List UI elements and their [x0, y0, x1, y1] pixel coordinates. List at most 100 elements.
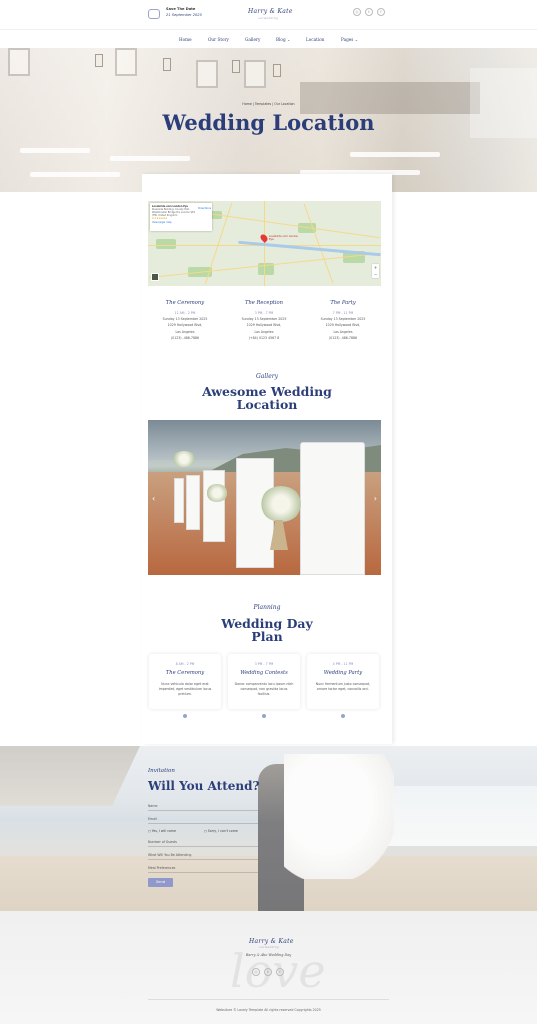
site-logo[interactable]: Harry & Kate: [248, 8, 293, 15]
instagram-icon[interactable]: ◎: [353, 8, 361, 16]
map-pin-icon[interactable]: [259, 233, 269, 243]
gallery-script-label: Gallery: [255, 373, 279, 380]
hero-decor: [110, 156, 190, 161]
footer-copyright: Websiture © Lovely Template All rights r…: [216, 1008, 321, 1012]
planning-script-label: Planning: [253, 604, 281, 611]
facebook-icon[interactable]: f: [276, 968, 284, 976]
event-phone: (+84) 0123 4567 8: [248, 335, 280, 340]
map-river: [238, 240, 381, 257]
footer-logo[interactable]: Harry & Kate: [249, 938, 294, 945]
map-larger-link[interactable]: View larger map: [152, 221, 210, 224]
nav-item-pages[interactable]: Pages ⌄: [341, 37, 358, 42]
nav-item-our-story[interactable]: Our Story: [208, 37, 229, 42]
site-logo-subtitle: ourwedding: [258, 16, 278, 20]
twitter-icon[interactable]: t: [365, 8, 373, 16]
rsvp-script-label: Invitation: [148, 768, 175, 774]
attend-no-radio[interactable]: ○ Sorry, I can't come: [204, 829, 238, 833]
gallery-bouquet: [172, 451, 196, 467]
hero-decor: [350, 152, 440, 157]
site-footer: love Harry & Kate ourwedding Barry & Abe…: [0, 911, 537, 1024]
event-title: The Ceremony: [165, 300, 205, 306]
event-title: The Party: [330, 300, 356, 306]
gallery-prev-icon[interactable]: ‹: [152, 494, 155, 503]
plan-desc: Nunc fermentum justo consequat, ornare t…: [315, 682, 371, 691]
hero-decor: [163, 58, 171, 71]
twitter-icon[interactable]: t: [264, 968, 272, 976]
hero-decor: [20, 148, 90, 153]
email-field[interactable]: Email: [148, 816, 258, 824]
nav-item-home[interactable]: Home: [179, 37, 192, 42]
map-directions-link[interactable]: Directions: [198, 207, 211, 210]
plan-time: 8 AM - 2 PM: [175, 662, 195, 666]
event-time: 3 PM - 7 PM: [254, 311, 274, 315]
gallery-chair: [203, 470, 225, 542]
attend-yes-label: Yes, I will come: [151, 829, 176, 833]
hero-decor: [115, 48, 137, 76]
gallery-next-icon[interactable]: ›: [374, 494, 377, 503]
plan-card-party: 4 PM - 11 PM Wedding Party Nunc fermentu…: [307, 654, 379, 709]
event-select[interactable]: What Will You Be Attending: [148, 852, 258, 860]
gallery-title-line2: Location: [236, 397, 298, 412]
gallery-bouquet: [206, 484, 228, 502]
zoom-out-button[interactable]: −: [372, 271, 379, 278]
hero-decor: [196, 60, 218, 88]
event-reception: The Reception 3 PM - 7 PM Sunday 13 Sept…: [228, 300, 300, 341]
save-the-date-value: 21 September 2025: [166, 13, 202, 17]
plan-time: 4 PM - 11 PM: [332, 662, 354, 666]
plan-card-ceremony: 8 AM - 2 PM The Ceremony Nunc vehicula d…: [149, 654, 221, 709]
attend-no-label: Sorry, I can't come: [207, 829, 238, 833]
hero-decor: [95, 54, 103, 67]
guests-field[interactable]: Number of Guests: [148, 839, 258, 847]
map-rating: 4.4 ★★★★★: [152, 217, 168, 220]
gallery-chair: [174, 478, 184, 523]
hero-decor: [30, 172, 120, 177]
plan-title: The Ceremony: [165, 670, 205, 676]
plan-dot: [341, 714, 345, 718]
page-title: Wedding Location: [162, 110, 375, 135]
map-info-card: Lovebirds.com London Eye Riverside Build…: [150, 203, 212, 231]
event-phone: (0123) -486-7886: [170, 335, 200, 340]
envelope-heart-icon: [148, 9, 160, 19]
map-zoom-controls: + −: [372, 264, 379, 278]
map-road: [303, 203, 334, 284]
plan-dot: [262, 714, 266, 718]
attendance-radio-group: ○ Yes, I will come ○ Sorry, I can't come: [148, 829, 238, 833]
map-satellite-toggle[interactable]: [151, 273, 159, 281]
main-nav: Home Our Story Gallery Blog ⌄ Location P…: [0, 30, 537, 48]
hero-decor: [8, 48, 30, 76]
save-the-date-label: Save The Date: [166, 7, 196, 11]
attend-yes-radio[interactable]: ○ Yes, I will come: [148, 829, 176, 833]
event-party: The Party 7 PM - 11 PM Sunday 13 Septemb…: [307, 300, 379, 341]
map-pin-label: Lovebirds.com London Eye: [269, 235, 299, 241]
zoom-in-button[interactable]: +: [372, 264, 379, 271]
map-place-address: Riverside Building, County Hall, Westmin…: [152, 208, 196, 217]
nav-item-location[interactable]: Location: [306, 37, 324, 42]
hero-decor: [232, 60, 240, 73]
hero-decor: [273, 64, 281, 77]
gallery-bouquet: [260, 486, 302, 522]
breadcrumb[interactable]: Home | Templates | Our Location: [0, 102, 537, 106]
plan-desc: Donec comparventu lacu ipsum nibh conseq…: [234, 682, 294, 696]
name-field[interactable]: Name: [148, 803, 258, 811]
send-button[interactable]: Send: [148, 878, 173, 887]
gallery-slider[interactable]: ‹ ›: [148, 420, 381, 575]
nav-item-blog[interactable]: Blog ⌄: [276, 37, 290, 42]
plan-time: 3 PM - 7 PM: [254, 662, 274, 666]
footer-tagline: Barry & Abe Wedding Day: [245, 953, 292, 957]
plan-dot: [183, 714, 187, 718]
footer-divider: [148, 999, 389, 1000]
meal-field[interactable]: Meal Preferences: [148, 865, 258, 873]
facebook-icon[interactable]: f: [377, 8, 385, 16]
location-map[interactable]: Lovebirds.com London Eye Riverside Build…: [148, 201, 381, 286]
hero-decor: [244, 60, 266, 88]
event-ceremony: The Ceremony 11 AM - 2 PM Sunday 13 Sept…: [149, 300, 221, 341]
plan-desc: Nunc vehicula dolor eget erat imperdiet,…: [158, 682, 212, 696]
site-header: Save The Date 21 September 2025 Harry & …: [0, 0, 537, 30]
rsvp-title: Will You Attend?: [148, 779, 260, 793]
plan-card-contests: 3 PM - 7 PM Wedding Contests Donec compa…: [228, 654, 300, 709]
instagram-icon[interactable]: ◎: [252, 968, 260, 976]
map-park: [156, 239, 176, 249]
nav-item-gallery[interactable]: Gallery: [245, 37, 260, 42]
event-time: 11 AM - 2 PM: [174, 311, 196, 315]
event-phone: (0123) -486-7886: [328, 335, 358, 340]
